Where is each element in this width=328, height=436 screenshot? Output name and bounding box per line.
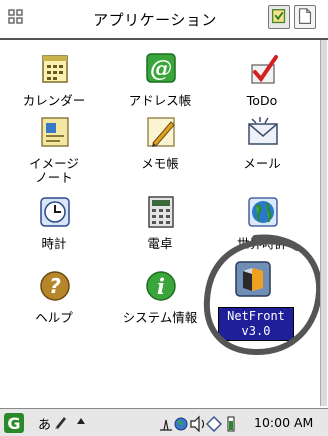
app-label: 世界時計	[236, 236, 287, 251]
document-icon	[298, 8, 312, 24]
app-label: 電卓	[147, 236, 173, 251]
list-view-button[interactable]	[268, 5, 290, 29]
address-book-icon: @	[146, 53, 176, 83]
taskbar: G あ 10:00 AM	[0, 408, 328, 436]
screen: アプリケーション カレンダー @ アドレス帳 ToDo イメージ ノート メモ帳…	[0, 0, 328, 436]
calendar-icon	[42, 55, 68, 83]
svg-text:G: G	[7, 414, 20, 433]
image-note-icon	[41, 117, 69, 147]
app-label: カレンダー	[22, 93, 86, 108]
world-clock-icon	[248, 197, 278, 227]
title-bar: アプリケーション	[0, 0, 328, 40]
clock-text: 10:00 AM	[254, 415, 314, 430]
system-tray	[160, 415, 235, 432]
arrow-up-icon[interactable]	[76, 417, 86, 425]
menu-grid-icon[interactable]	[8, 9, 24, 25]
keyboard-icon	[160, 419, 172, 431]
app-label: アドレス帳	[128, 93, 192, 108]
ime-indicator[interactable]: あ	[38, 414, 51, 433]
app-memo[interactable]: メモ帳	[108, 115, 212, 197]
diamond-icon	[205, 415, 223, 432]
scrollbar[interactable]	[320, 40, 327, 406]
app-label: イメージ	[29, 156, 79, 171]
memo-icon	[147, 117, 175, 147]
pen-icon[interactable]	[54, 415, 68, 429]
app-calculator[interactable]: 電卓	[108, 195, 212, 277]
system-info-icon: i	[146, 271, 176, 301]
app-clock[interactable]: 時計	[2, 195, 106, 277]
app-system-info[interactable]: i システム情報	[108, 269, 212, 351]
netfront-label-line2: v3.0	[241, 324, 271, 338]
app-label-line2: ノート	[35, 170, 73, 185]
svg-text:@: @	[150, 56, 172, 82]
mail-icon	[248, 117, 278, 145]
todo-icon	[251, 55, 278, 84]
app-mail[interactable]: メール	[210, 115, 314, 197]
app-label: ヘルプ	[35, 310, 73, 325]
clock-icon	[40, 197, 70, 227]
start-icon[interactable]: G	[4, 413, 24, 433]
volume-icon	[190, 415, 205, 432]
app-help[interactable]: ? ヘルプ	[2, 269, 106, 351]
app-label: システム情報	[122, 310, 198, 325]
network-icon	[174, 417, 188, 431]
help-icon: ?	[40, 271, 70, 301]
calculator-icon	[148, 196, 174, 228]
netfront-label[interactable]: NetFront v3.0	[218, 307, 294, 341]
app-label: メール	[243, 156, 281, 171]
svg-text:i: i	[157, 274, 165, 299]
document-view-button[interactable]	[294, 5, 316, 29]
app-label: ToDo	[246, 93, 278, 108]
page-title: アプリケーション	[93, 11, 217, 29]
netfront-icon[interactable]	[235, 261, 271, 297]
list-view-icon	[271, 9, 286, 24]
app-image-note[interactable]: イメージ ノート	[2, 115, 106, 197]
app-label: 時計	[41, 236, 67, 251]
battery-icon	[227, 416, 235, 432]
netfront-label-line1: NetFront	[227, 309, 285, 323]
app-label: メモ帳	[141, 156, 179, 171]
svg-text:?: ?	[49, 274, 61, 298]
